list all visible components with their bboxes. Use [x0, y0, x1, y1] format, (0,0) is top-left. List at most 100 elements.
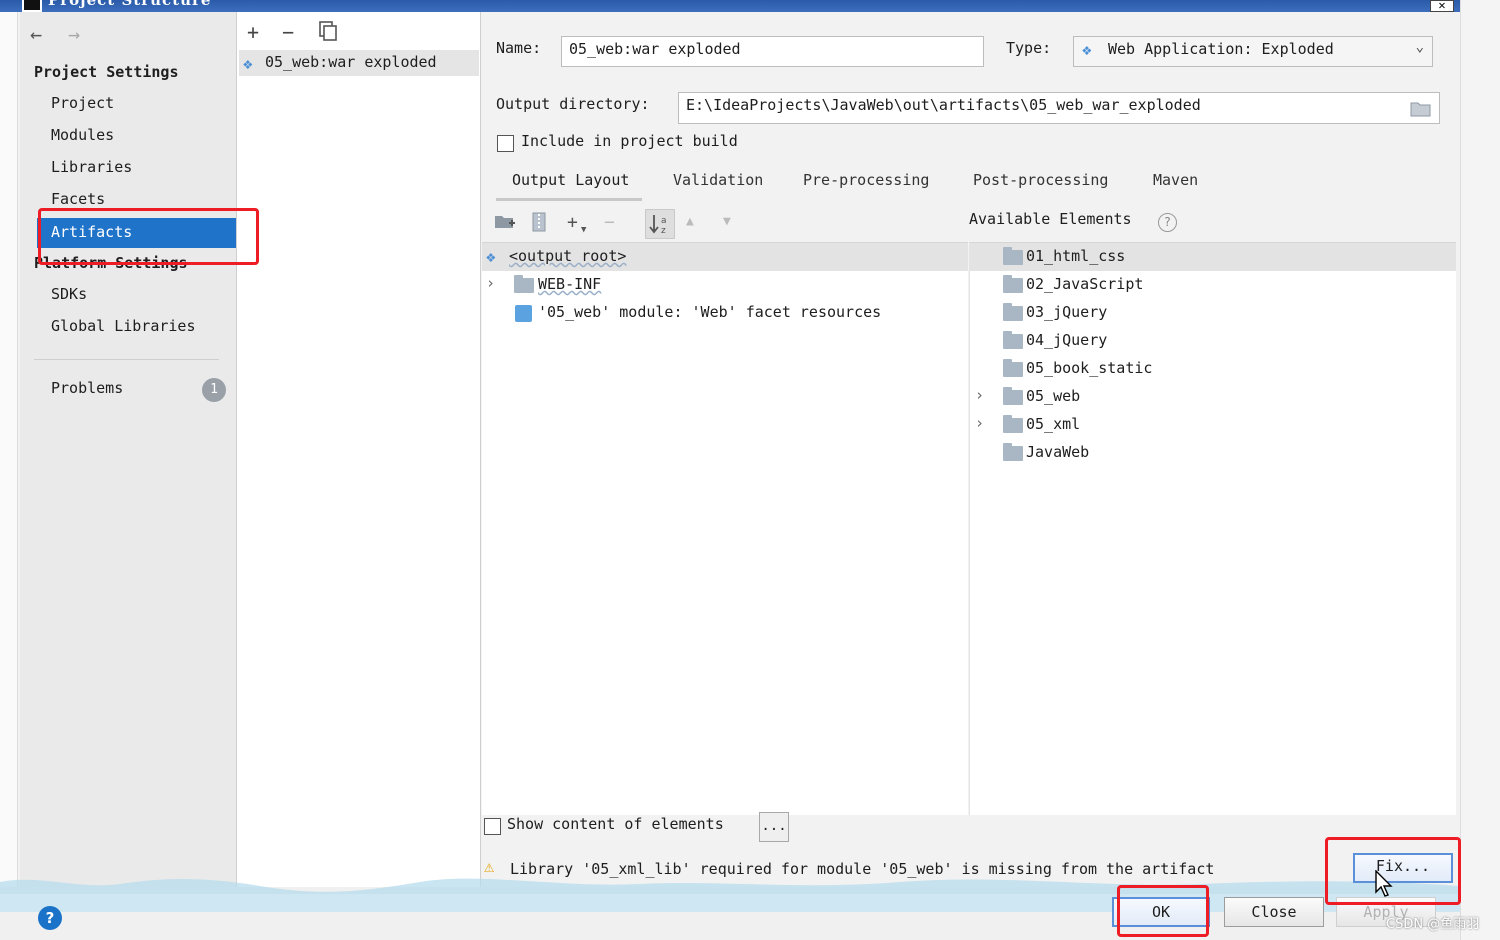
output-layout-tree: ❖ <output root> › WEB-INF '05_web' modul…	[482, 242, 968, 815]
tab-output-layout[interactable]: Output Layout	[512, 171, 629, 189]
copy-artifact-icon[interactable]	[319, 21, 337, 45]
tab-post-processing[interactable]: Post-processing	[973, 171, 1108, 189]
module-folder-icon	[1003, 359, 1023, 377]
help-circle-icon[interactable]: ?	[1158, 213, 1177, 232]
show-content-options-button[interactable]: ...	[759, 812, 789, 842]
name-label: Name:	[496, 39, 542, 57]
artifact-icon: ❖	[243, 54, 253, 73]
tab-maven[interactable]: Maven	[1153, 171, 1198, 189]
project-settings-header: Project Settings	[34, 63, 179, 81]
browse-folder-icon[interactable]	[1410, 100, 1432, 121]
tree-row-label: JavaWeb	[1026, 443, 1090, 461]
include-in-build-checkbox[interactable]	[497, 135, 514, 152]
warning-message: Library '05_xml_lib' required for module…	[510, 860, 1215, 878]
folder-icon	[514, 275, 534, 293]
arrow-left-icon[interactable]: ←	[30, 22, 42, 46]
output-directory-label: Output directory:	[496, 95, 650, 113]
new-directory-icon[interactable]	[494, 213, 516, 235]
tree-row-module[interactable]: › 05_web	[970, 383, 1456, 411]
name-input[interactable]: 05_web:war exploded	[561, 36, 984, 67]
tree-row-module[interactable]: 02_JavaScript	[970, 271, 1456, 299]
chevron-down-icon: ⌄	[1415, 39, 1424, 55]
help-button[interactable]: ?	[38, 906, 62, 930]
mouse-cursor-icon	[1375, 870, 1393, 897]
module-folder-icon	[1003, 387, 1023, 405]
nav-item-project[interactable]: Project	[51, 94, 114, 112]
module-folder-icon	[1003, 303, 1023, 321]
tree-row-label: 05_xml	[1026, 415, 1081, 433]
output-root-icon: ❖	[486, 247, 496, 266]
close-window-icon[interactable]: ✕	[1430, 0, 1454, 12]
sort-icon[interactable]: az	[645, 209, 675, 239]
show-content-checkbox[interactable]	[484, 818, 501, 835]
nav-item-global-libraries[interactable]: Global Libraries	[51, 317, 196, 335]
tab-validation[interactable]: Validation	[673, 171, 763, 189]
settings-nav: ← → Project Settings Project Modules Lib…	[20, 12, 237, 887]
svg-text:a: a	[661, 216, 667, 226]
nav-divider	[34, 359, 219, 360]
tree-row-label: <output root>	[509, 247, 627, 265]
tree-row-label: WEB-INF	[538, 275, 602, 293]
chevron-right-icon[interactable]: ›	[486, 274, 495, 292]
include-in-build-label: Include in project build	[521, 132, 738, 150]
nav-item-sdks[interactable]: SDKs	[51, 285, 87, 303]
annotation-box-artifacts	[38, 208, 259, 265]
active-tab-indicator	[496, 198, 642, 201]
type-select[interactable]: ❖ Web Application: Exploded ⌄	[1073, 36, 1433, 67]
tree-row-label: 01_html_css	[1026, 247, 1126, 265]
artifact-list-item[interactable]: ❖ 05_web:war exploded	[239, 50, 479, 76]
tree-row-label: 05_book_static	[1026, 359, 1153, 377]
remove-element-button[interactable]: −	[604, 212, 615, 233]
remove-artifact-button[interactable]: −	[282, 20, 294, 44]
tree-row-web-facet-resources[interactable]: '05_web' module: 'Web' facet resources	[482, 299, 968, 327]
background-ide-strip	[0, 12, 18, 940]
output-directory-input[interactable]: E:\IdeaProjects\JavaWeb\out\artifacts\05…	[678, 92, 1440, 124]
tree-row-web-inf[interactable]: › WEB-INF	[482, 271, 968, 299]
close-button[interactable]: Close	[1224, 897, 1324, 927]
available-elements-label: Available Elements	[969, 210, 1132, 228]
show-content-label: Show content of elements	[507, 815, 724, 833]
chevron-right-icon[interactable]: ›	[975, 386, 984, 404]
artifact-list-panel: + − ❖ 05_web:war exploded	[237, 12, 481, 887]
web-app-icon: ❖	[1082, 40, 1092, 59]
add-element-button[interactable]: +	[567, 212, 578, 233]
add-artifact-button[interactable]: +	[247, 20, 259, 44]
module-folder-icon	[1003, 415, 1023, 433]
nav-item-problems[interactable]: Problems	[51, 379, 123, 397]
module-folder-icon	[1003, 331, 1023, 349]
type-select-value: Web Application: Exploded	[1108, 40, 1334, 58]
window-title: Project Structure	[48, 0, 212, 9]
module-folder-icon	[1003, 247, 1023, 265]
tree-row-module[interactable]: 05_book_static	[970, 355, 1456, 383]
nav-item-modules[interactable]: Modules	[51, 126, 114, 144]
available-elements-tree: 01_html_css 02_JavaScript 03_jQuery 04_j…	[969, 242, 1456, 815]
module-folder-icon	[1003, 443, 1023, 461]
tree-row-module[interactable]: 01_html_css	[970, 243, 1456, 271]
warning-icon: ⚠	[484, 857, 495, 877]
move-up-icon[interactable]: ▲	[686, 214, 694, 229]
tree-row-module[interactable]: › 05_xml	[970, 411, 1456, 439]
move-down-icon[interactable]: ▼	[723, 214, 731, 229]
archive-icon[interactable]	[531, 212, 547, 236]
tree-row-label: 05_web	[1026, 387, 1081, 405]
nav-item-facets[interactable]: Facets	[51, 190, 105, 208]
watermark: CSDN @鱼雨羽	[1386, 917, 1480, 932]
artifact-list-item-label: 05_web:war exploded	[265, 53, 437, 71]
tab-pre-processing[interactable]: Pre-processing	[803, 171, 929, 189]
background-right-strip	[1460, 0, 1500, 940]
chevron-right-icon[interactable]: ›	[975, 414, 984, 432]
tree-row-label: 04_jQuery	[1026, 331, 1108, 349]
tree-row-output-root[interactable]: ❖ <output root>	[482, 243, 968, 271]
web-resource-icon	[515, 305, 532, 322]
type-label: Type:	[1006, 39, 1052, 57]
tree-row-module[interactable]: 03_jQuery	[970, 299, 1456, 327]
tree-row-module[interactable]: 04_jQuery	[970, 327, 1456, 355]
tree-row-module[interactable]: JavaWeb	[970, 439, 1456, 467]
annotation-box-ok	[1117, 885, 1209, 937]
tree-row-label: 03_jQuery	[1026, 303, 1108, 321]
artifact-details-panel: Name: 05_web:war exploded Type: ❖ Web Ap…	[482, 12, 1460, 887]
nav-item-libraries[interactable]: Libraries	[51, 158, 132, 176]
add-dropdown-icon: ▼	[581, 225, 587, 235]
arrow-right-icon[interactable]: →	[68, 22, 80, 46]
tree-row-label: '05_web' module: 'Web' facet resources	[538, 303, 882, 321]
